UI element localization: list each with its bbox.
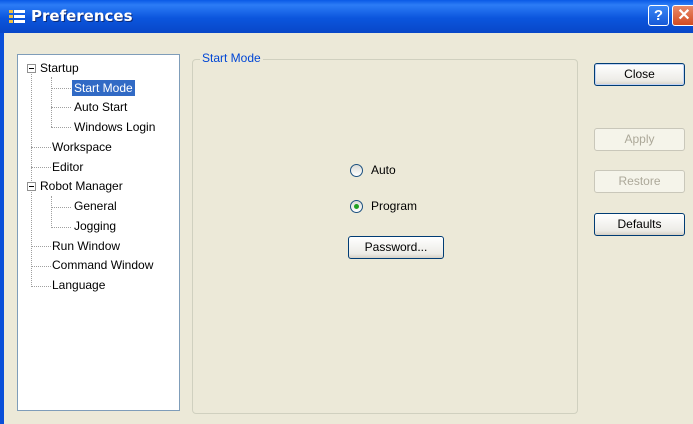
tree-item-label: Language: [52, 278, 106, 292]
tree-item-startup[interactable]: Startup: [40, 59, 79, 77]
defaults-button[interactable]: Defaults: [594, 213, 685, 236]
tree-item-workspace[interactable]: Workspace: [52, 138, 112, 156]
tree-item-label: Editor: [52, 160, 84, 174]
tree-item-label: Jogging: [74, 219, 117, 233]
collapse-robot-manager-icon[interactable]: [27, 182, 36, 191]
tree-connector: [51, 77, 53, 127]
tree-item-robot-manager[interactable]: Robot Manager: [40, 177, 123, 195]
auto-radio[interactable]: [350, 164, 363, 177]
app-icon: [9, 10, 25, 23]
tree-connector: [51, 88, 71, 90]
tree-item-editor[interactable]: Editor: [52, 158, 83, 176]
tree-connector: [31, 266, 51, 268]
program-radio-label[interactable]: Program: [371, 199, 417, 213]
tree-item-label: Startup: [40, 61, 79, 75]
tree-item-command-window[interactable]: Command Window: [52, 256, 153, 274]
tree-connector: [51, 227, 71, 229]
tree-connector: [31, 167, 51, 169]
tree-item-auto-start[interactable]: Auto Start: [74, 98, 127, 116]
tree-item-jogging[interactable]: Jogging: [74, 217, 116, 235]
window-title: Preferences: [31, 7, 133, 25]
tree-item-run-window[interactable]: Run Window: [52, 237, 120, 255]
tree-item-label: Start Mode: [72, 80, 135, 96]
tree-connector: [51, 207, 71, 209]
dialog-body: Startup Start Mode Auto Start Windows Lo…: [4, 33, 693, 424]
tree-connector: [51, 107, 71, 109]
tree-item-start-mode[interactable]: Start Mode: [72, 79, 135, 97]
password-button[interactable]: Password...: [348, 236, 444, 259]
tree-connector: [51, 196, 53, 228]
tree-connector: [31, 147, 51, 149]
tree-item-label: General: [74, 199, 117, 213]
window-close-button[interactable]: ✕: [672, 5, 693, 26]
tree-item-label: Workspace: [52, 140, 112, 154]
title-bar[interactable]: Preferences ? ✕: [0, 0, 693, 33]
tree-item-label: Robot Manager: [40, 179, 123, 193]
tree-item-general[interactable]: General: [74, 197, 117, 215]
tree-item-label: Auto Start: [74, 100, 128, 114]
help-button[interactable]: ?: [648, 5, 669, 26]
close-button[interactable]: Close: [594, 63, 685, 86]
auto-radio-label[interactable]: Auto: [371, 163, 396, 177]
restore-button[interactable]: Restore: [594, 170, 685, 193]
tree-item-label: Windows Login: [74, 120, 156, 134]
collapse-startup-icon[interactable]: [27, 64, 36, 73]
tree-connector: [31, 286, 51, 288]
tree-item-label: Command Window: [52, 258, 154, 272]
tree-connector: [51, 127, 71, 129]
tree-connector: [31, 246, 51, 248]
preferences-tree[interactable]: Startup Start Mode Auto Start Windows Lo…: [17, 54, 180, 411]
preferences-window: Preferences ? ✕ Startup Start Mode Auto …: [0, 0, 693, 424]
apply-button[interactable]: Apply: [594, 128, 685, 151]
tree-item-windows-login[interactable]: Windows Login: [74, 118, 155, 136]
tree-item-language[interactable]: Language: [52, 276, 105, 294]
program-radio[interactable]: [350, 200, 363, 213]
groupbox-title: Start Mode: [200, 51, 263, 65]
tree-connector: [31, 69, 33, 287]
tree-item-label: Run Window: [52, 239, 121, 253]
